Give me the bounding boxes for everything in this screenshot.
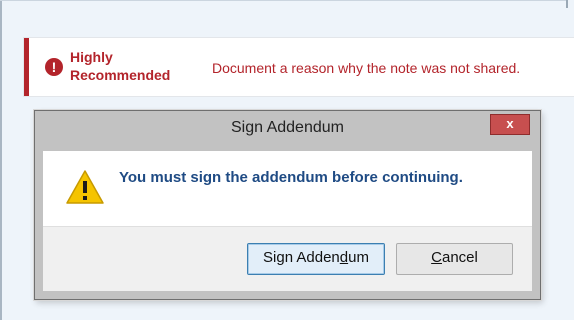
dialog-title: Sign Addendum	[231, 119, 344, 136]
dialog-body: You must sign the addendum before contin…	[43, 151, 532, 226]
exclamation-circle-icon: !	[45, 58, 63, 76]
window-frame-top	[0, 0, 566, 1]
window-frame-left	[0, 0, 2, 320]
sign-addendum-mnemonic: d	[339, 249, 349, 266]
warning-triangle-icon	[66, 170, 104, 204]
close-icon: x	[506, 116, 514, 131]
sign-addendum-label-start: Sign Adden	[263, 249, 340, 266]
alert-banner: ! Highly Recommended Document a reason w…	[24, 38, 574, 96]
sign-addendum-dialog: Sign Addendum x You must sign the addend…	[34, 110, 541, 300]
cancel-label-end: ancel	[441, 249, 478, 266]
sign-addendum-button[interactable]: Sign Addendum	[247, 243, 385, 275]
close-button[interactable]: x	[490, 114, 530, 135]
alert-title: Highly Recommended	[70, 49, 171, 83]
alert-message: Document a reason why the note was not s…	[212, 60, 521, 76]
window-frame-right	[566, 0, 568, 8]
dialog-footer: Sign Addendum Cancel	[43, 226, 532, 291]
dialog-message: You must sign the addendum before contin…	[119, 169, 463, 186]
sign-addendum-label-end: um	[348, 249, 369, 266]
cancel-mnemonic: C	[431, 249, 442, 266]
cancel-button[interactable]: Cancel	[396, 243, 513, 275]
